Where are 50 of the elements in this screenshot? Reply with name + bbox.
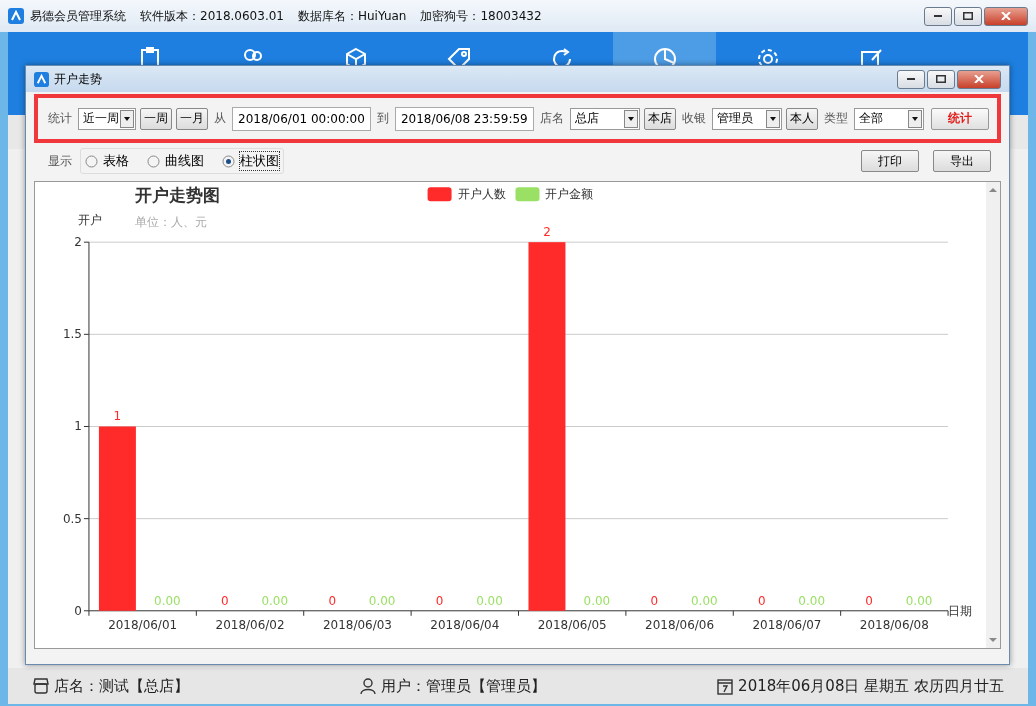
y-tick-label: 0.5 — [62, 511, 82, 526]
bar-value-label: 0.00 — [905, 593, 933, 608]
bar-value-label: 0.00 — [691, 593, 718, 608]
bar-value-label: 0 — [650, 593, 659, 608]
chart-subtitle: 单位：人、元 — [134, 215, 207, 230]
dialog-title: 开户走势 — [54, 70, 102, 88]
window-info: 加密狗号：18003432 — [420, 7, 542, 25]
y-tick-label: 1.5 — [62, 327, 82, 342]
filter-label: 店名 — [539, 110, 564, 127]
bar-value-label: 0.00 — [583, 593, 611, 608]
x-tick-label: 2018/06/05 — [537, 617, 607, 632]
y-axis-label: 开户 — [77, 213, 102, 228]
bar-value-label: 0 — [435, 593, 444, 608]
x-tick-label: 2018/06/02 — [215, 617, 285, 632]
x-tick-label: 2018/06/01 — [108, 617, 178, 632]
filter-label: 类型 — [823, 110, 848, 127]
x-tick-label: 2018/06/04 — [430, 617, 500, 632]
legend-label: 开户人数 — [457, 187, 506, 202]
x-tick-label: 2018/06/07 — [752, 617, 822, 632]
bar-value-label: 0 — [757, 593, 766, 608]
bar-value-label: 0.00 — [154, 593, 181, 608]
legend-label: 开户金额 — [545, 187, 594, 202]
filter-label: 收银 — [681, 110, 706, 127]
y-tick-label: 0 — [74, 603, 82, 618]
bar-value-label: 1 — [113, 409, 122, 424]
status-text: 店名：测试【总店】 — [54, 676, 189, 696]
x-axis-label: 日期 — [948, 603, 973, 618]
bar-value-label: 0 — [865, 593, 873, 608]
window-title: 易德会员管理系统 — [30, 7, 126, 25]
filter-label: 统计 — [48, 110, 72, 127]
bar-value-label: 0 — [328, 593, 336, 608]
window-info: 数据库名：HuiYuan — [298, 7, 407, 25]
bar-value-label: 0 — [221, 593, 229, 608]
bar-value-label: 2 — [543, 225, 551, 240]
x-tick-label: 2018/06/06 — [645, 617, 715, 632]
bar-value-label: 0.00 — [798, 593, 825, 608]
bar-value-label: 0.00 — [476, 593, 503, 608]
bar-value-label: 0.00 — [261, 593, 289, 608]
x-tick-label: 2018/06/03 — [322, 617, 392, 632]
bar-value-label: 0.00 — [368, 593, 396, 608]
x-tick-label: 2018/06/08 — [859, 617, 929, 632]
filter-label: 从 — [214, 110, 226, 127]
chart-title: 开户走势图 — [134, 185, 220, 206]
status-text: 2018年06月08日 星期五 农历四月廿五 — [738, 676, 1004, 696]
window-info: 软件版本：2018.0603.01 — [140, 7, 284, 25]
y-tick-label: 1 — [74, 419, 82, 434]
display-label: 显示 — [48, 152, 72, 170]
status-text: 用户：管理员【管理员】 — [381, 676, 547, 696]
filter-label: 到 — [376, 110, 389, 127]
y-tick-label: 2 — [74, 235, 82, 250]
